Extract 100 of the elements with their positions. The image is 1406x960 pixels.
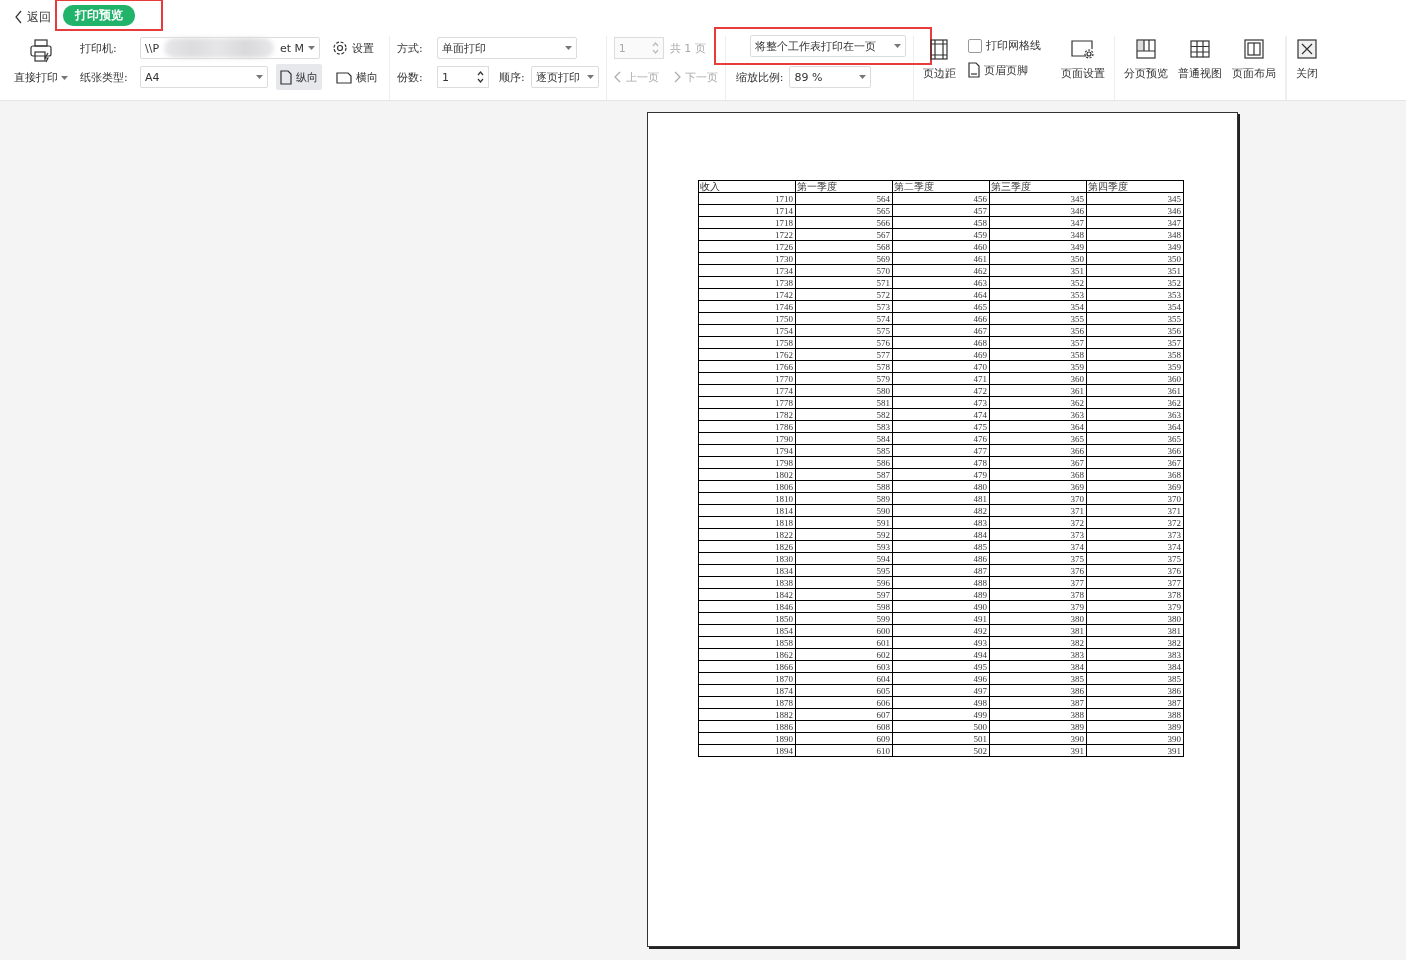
page-setup-button[interactable]: 页面设置	[1058, 36, 1107, 100]
spinner-arrows-icon	[477, 71, 484, 83]
table-cell: 470	[892, 360, 990, 373]
table-cell: 380	[989, 612, 1087, 625]
table-cell: 567	[795, 228, 893, 241]
view-button[interactable]: 分页预览	[1121, 36, 1170, 100]
table-cell: 1746	[698, 300, 796, 313]
table-cell: 590	[795, 504, 893, 517]
table-cell: 380	[1086, 612, 1184, 625]
table-cell: 1878	[698, 696, 796, 709]
table-cell: 345	[1086, 192, 1184, 205]
table-cell: 596	[795, 576, 893, 589]
table-cell: 491	[892, 612, 990, 625]
table-cell: 389	[1086, 720, 1184, 733]
table-cell: 480	[892, 480, 990, 493]
table-cell: 359	[1086, 360, 1184, 373]
paper-select[interactable]: A4	[140, 66, 268, 88]
table-cell: 1722	[698, 228, 796, 241]
table-cell: 605	[795, 684, 893, 697]
table-cell: 477	[892, 444, 990, 457]
table-cell: 1734	[698, 264, 796, 277]
orientation-button[interactable]: 纵向	[276, 64, 322, 90]
table-cell: 500	[892, 720, 990, 733]
gridlines-checkbox[interactable]: 打印网格线	[967, 38, 1041, 53]
table-cell: 368	[1086, 468, 1184, 481]
table-cell: 479	[892, 468, 990, 481]
table-cell: 568	[795, 240, 893, 253]
settings-button[interactable]: 设置	[332, 40, 374, 56]
printer-select[interactable]: \\P et M	[140, 37, 320, 59]
caret-icon	[893, 44, 901, 48]
settings-icon	[332, 40, 348, 56]
direct-print-button[interactable]: 直接打印	[12, 36, 70, 100]
table-cell: 357	[989, 336, 1087, 349]
header-cell: 第二季度	[892, 180, 990, 193]
back-button[interactable]: 返回	[14, 8, 51, 26]
table-cell: 456	[892, 192, 990, 205]
zoom-select[interactable]: 89 %	[789, 66, 872, 88]
table-cell: 482	[892, 504, 990, 517]
table-cell: 361	[1086, 384, 1184, 397]
table-cell: 591	[795, 516, 893, 529]
table-cell: 1822	[698, 528, 796, 541]
table-cell: 473	[892, 396, 990, 409]
table-cell: 363	[1086, 408, 1184, 421]
table-cell: 1774	[698, 384, 796, 397]
table-cell: 579	[795, 372, 893, 385]
header-cell: 第三季度	[989, 180, 1087, 193]
table-cell: 586	[795, 456, 893, 469]
copies-spinner[interactable]: 1	[437, 66, 489, 88]
mode-select[interactable]: 单面打印	[437, 37, 577, 59]
table-cell: 578	[795, 360, 893, 373]
table-cell: 475	[892, 420, 990, 433]
order-select[interactable]: 逐页打印	[530, 66, 599, 88]
close-button[interactable]: 关闭	[1293, 36, 1320, 83]
table-cell: 372	[989, 516, 1087, 529]
table-cell: 1798	[698, 456, 796, 469]
table-cell: 600	[795, 624, 893, 637]
table-cell: 606	[795, 696, 893, 709]
table-cell: 610	[795, 744, 893, 757]
table-cell: 1882	[698, 708, 796, 721]
table-cell: 391	[989, 744, 1087, 757]
table-cell: 366	[1086, 444, 1184, 457]
table-cell: 602	[795, 648, 893, 661]
orientation-button[interactable]: 横向	[332, 64, 382, 90]
fit-select[interactable]: 将整个工作表打印在一页	[749, 35, 906, 57]
table-cell: 1778	[698, 396, 796, 409]
table-cell: 1806	[698, 480, 796, 493]
header-cell: 收入	[698, 180, 796, 193]
table-cell: 349	[989, 240, 1087, 253]
table-cell: 489	[892, 588, 990, 601]
table-cell: 1850	[698, 612, 796, 625]
table-cell: 384	[989, 660, 1087, 673]
view-button[interactable]: 页面布局	[1229, 36, 1278, 100]
table-cell: 1754	[698, 324, 796, 337]
header-footer-button[interactable]: 页眉页脚	[967, 62, 1041, 78]
table-cell: 366	[989, 444, 1087, 457]
table-cell: 361	[989, 384, 1087, 397]
table-cell: 499	[892, 708, 990, 721]
table-cell: 383	[1086, 648, 1184, 661]
table-cell: 577	[795, 348, 893, 361]
table-cell: 360	[1086, 372, 1184, 385]
table-cell: 1894	[698, 744, 796, 757]
table-cell: 1802	[698, 468, 796, 481]
table-cell: 369	[989, 480, 1087, 493]
table-cell: 377	[989, 576, 1087, 589]
table-cell: 356	[989, 324, 1087, 337]
table-cell: 603	[795, 660, 893, 673]
table-cell: 492	[892, 624, 990, 637]
page-icon	[336, 70, 352, 84]
table-cell: 472	[892, 384, 990, 397]
margins-button[interactable]: 页边距	[920, 36, 958, 100]
table-cell: 359	[989, 360, 1087, 373]
caret-icon	[61, 75, 68, 80]
table-cell: 460	[892, 240, 990, 253]
table-cell: 1890	[698, 732, 796, 745]
view-button[interactable]: 普通视图	[1175, 36, 1224, 100]
table-cell: 364	[989, 420, 1087, 433]
table-cell: 367	[1086, 456, 1184, 469]
table-cell: 498	[892, 696, 990, 709]
table-cell: 346	[989, 204, 1087, 217]
table-cell: 373	[989, 528, 1087, 541]
